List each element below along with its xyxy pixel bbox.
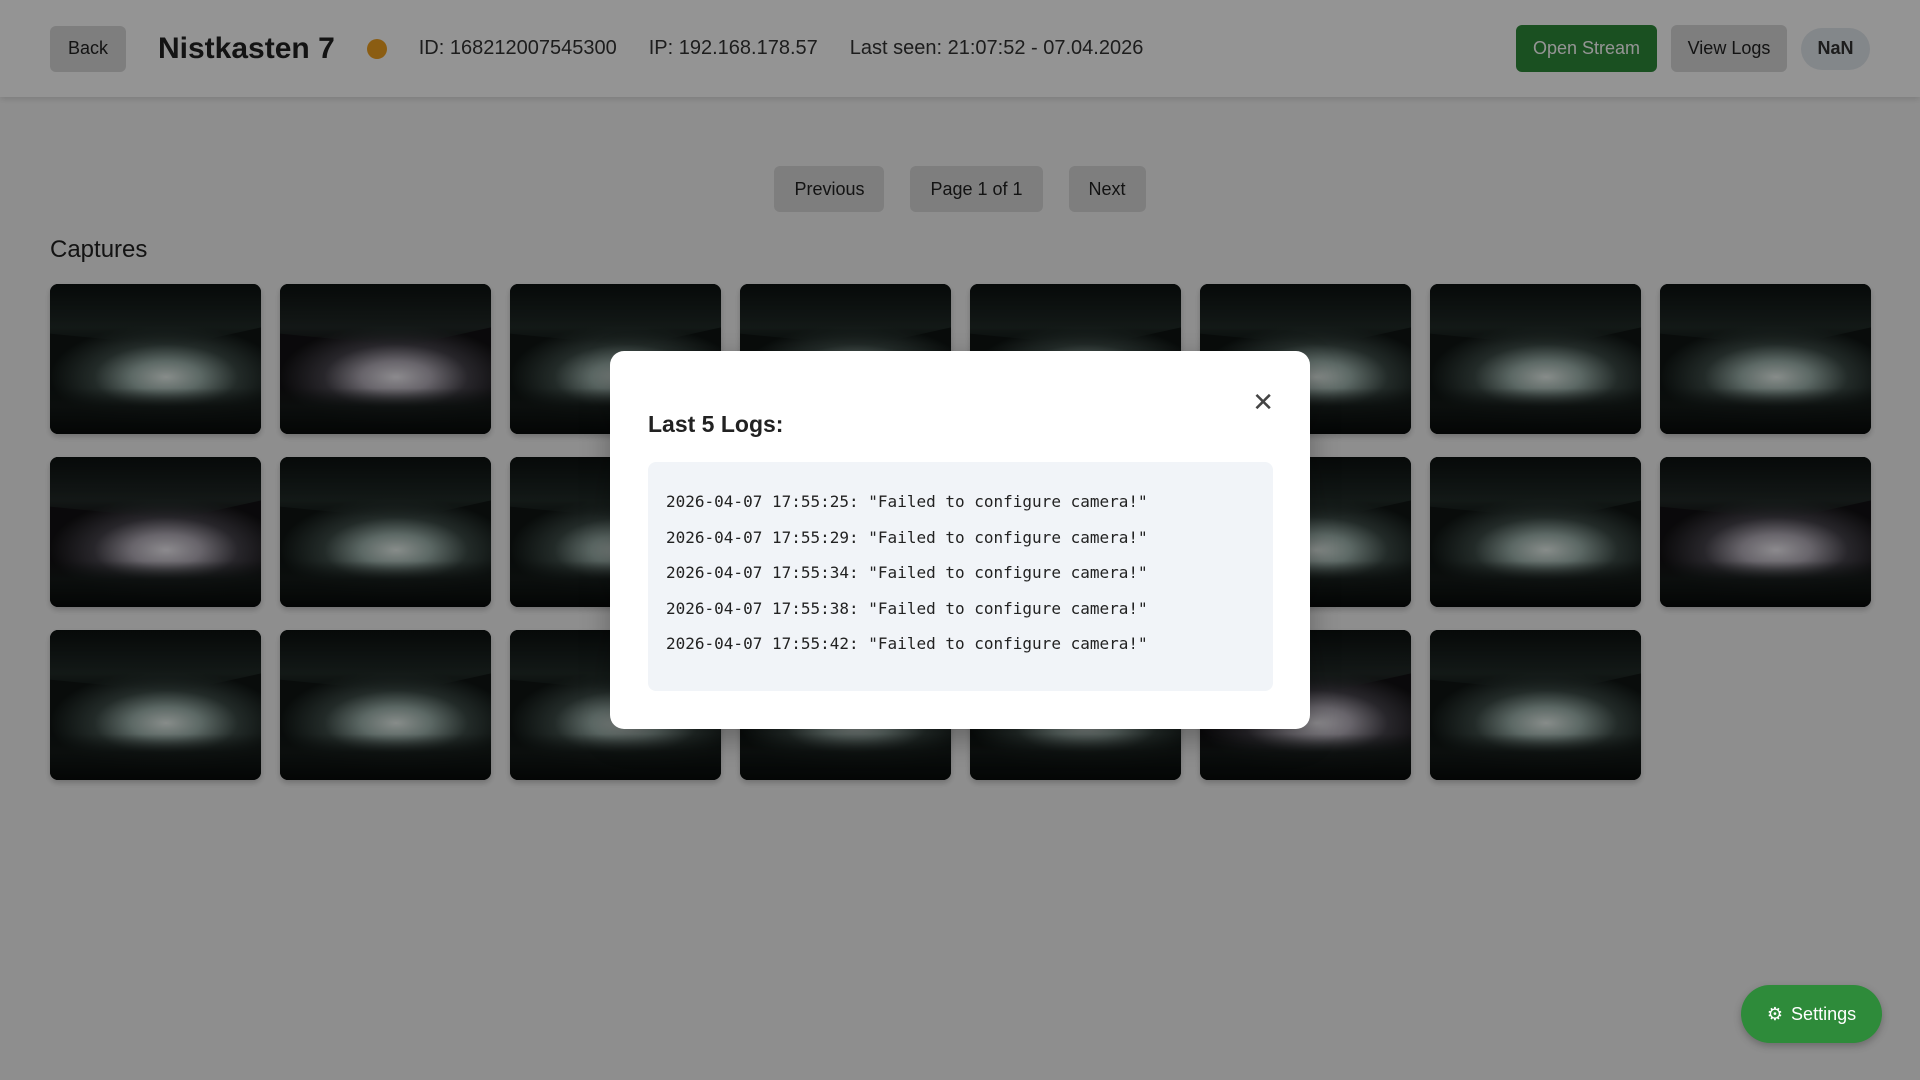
log-entry: 2026-04-07 17:55:25: "Failed to configur… bbox=[666, 492, 1148, 511]
logs-modal: ✕ Last 5 Logs: 2026-04-07 17:55:25: "Fai… bbox=[610, 351, 1310, 729]
settings-button[interactable]: ⚙ Settings bbox=[1741, 985, 1882, 1043]
log-entry: 2026-04-07 17:55:34: "Failed to configur… bbox=[666, 563, 1148, 582]
log-entry: 2026-04-07 17:55:42: "Failed to configur… bbox=[666, 634, 1148, 653]
log-entry: 2026-04-07 17:55:29: "Failed to configur… bbox=[666, 527, 1148, 547]
gear-icon: ⚙ bbox=[1766, 1003, 1784, 1024]
settings-label: Settings bbox=[1791, 1003, 1857, 1024]
log-entry: 2026-04-07 17:55:38: "Failed to configur… bbox=[666, 598, 1148, 618]
close-icon[interactable]: ✕ bbox=[1252, 389, 1274, 415]
log-list: 2026-04-07 17:55:25: "Failed to configur… bbox=[648, 462, 1273, 691]
modal-title: Last 5 Logs: bbox=[648, 411, 784, 437]
